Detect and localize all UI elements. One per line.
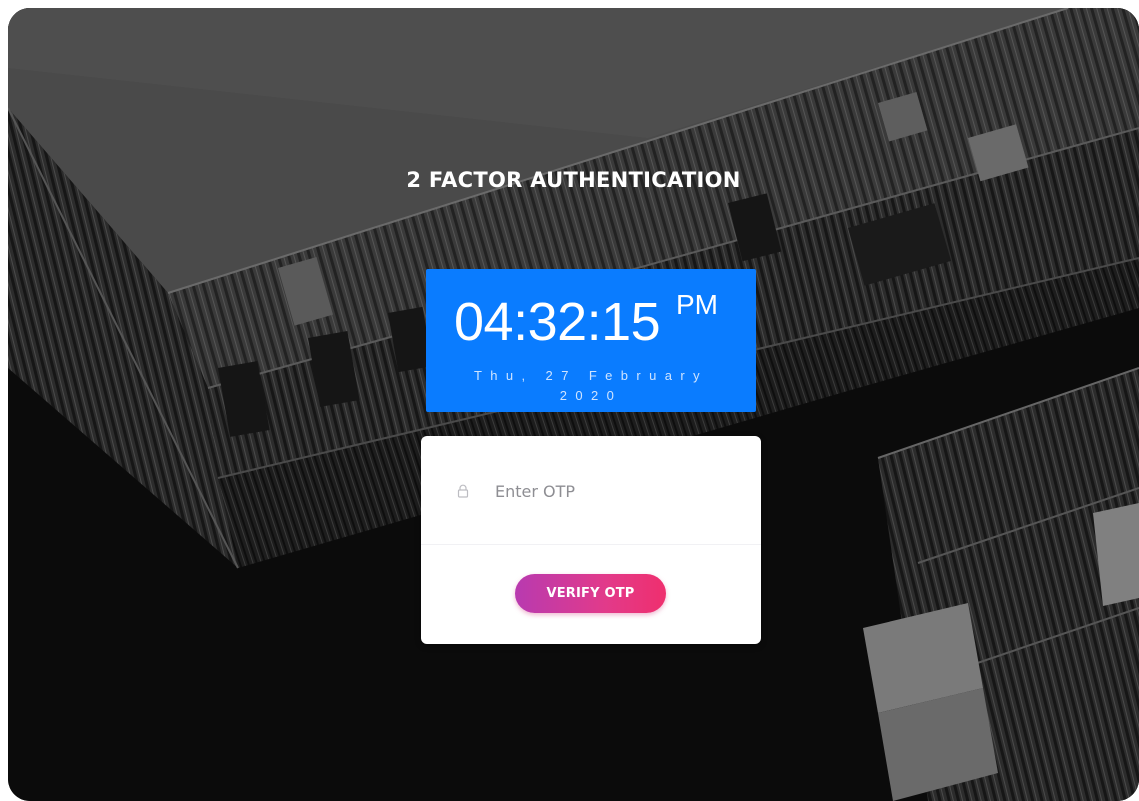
clock-time: 04:32:15 bbox=[454, 292, 661, 352]
otp-input[interactable] bbox=[495, 480, 725, 502]
verify-otp-button[interactable]: VERIFY OTP bbox=[515, 574, 666, 613]
clock-date: Thu, 27 February 2020 bbox=[473, 368, 709, 403]
lock-icon bbox=[457, 484, 469, 498]
app-window: 2 FACTOR AUTHENTICATION 04:32:15 PM Thu,… bbox=[8, 8, 1139, 801]
page-title: 2 FACTOR AUTHENTICATION bbox=[406, 168, 741, 192]
clock-ampm: PM bbox=[676, 289, 718, 320]
otp-field-row bbox=[421, 436, 761, 545]
otp-card: VERIFY OTP bbox=[421, 436, 761, 644]
clock-panel: 04:32:15 PM Thu, 27 February 2020 bbox=[426, 269, 756, 412]
